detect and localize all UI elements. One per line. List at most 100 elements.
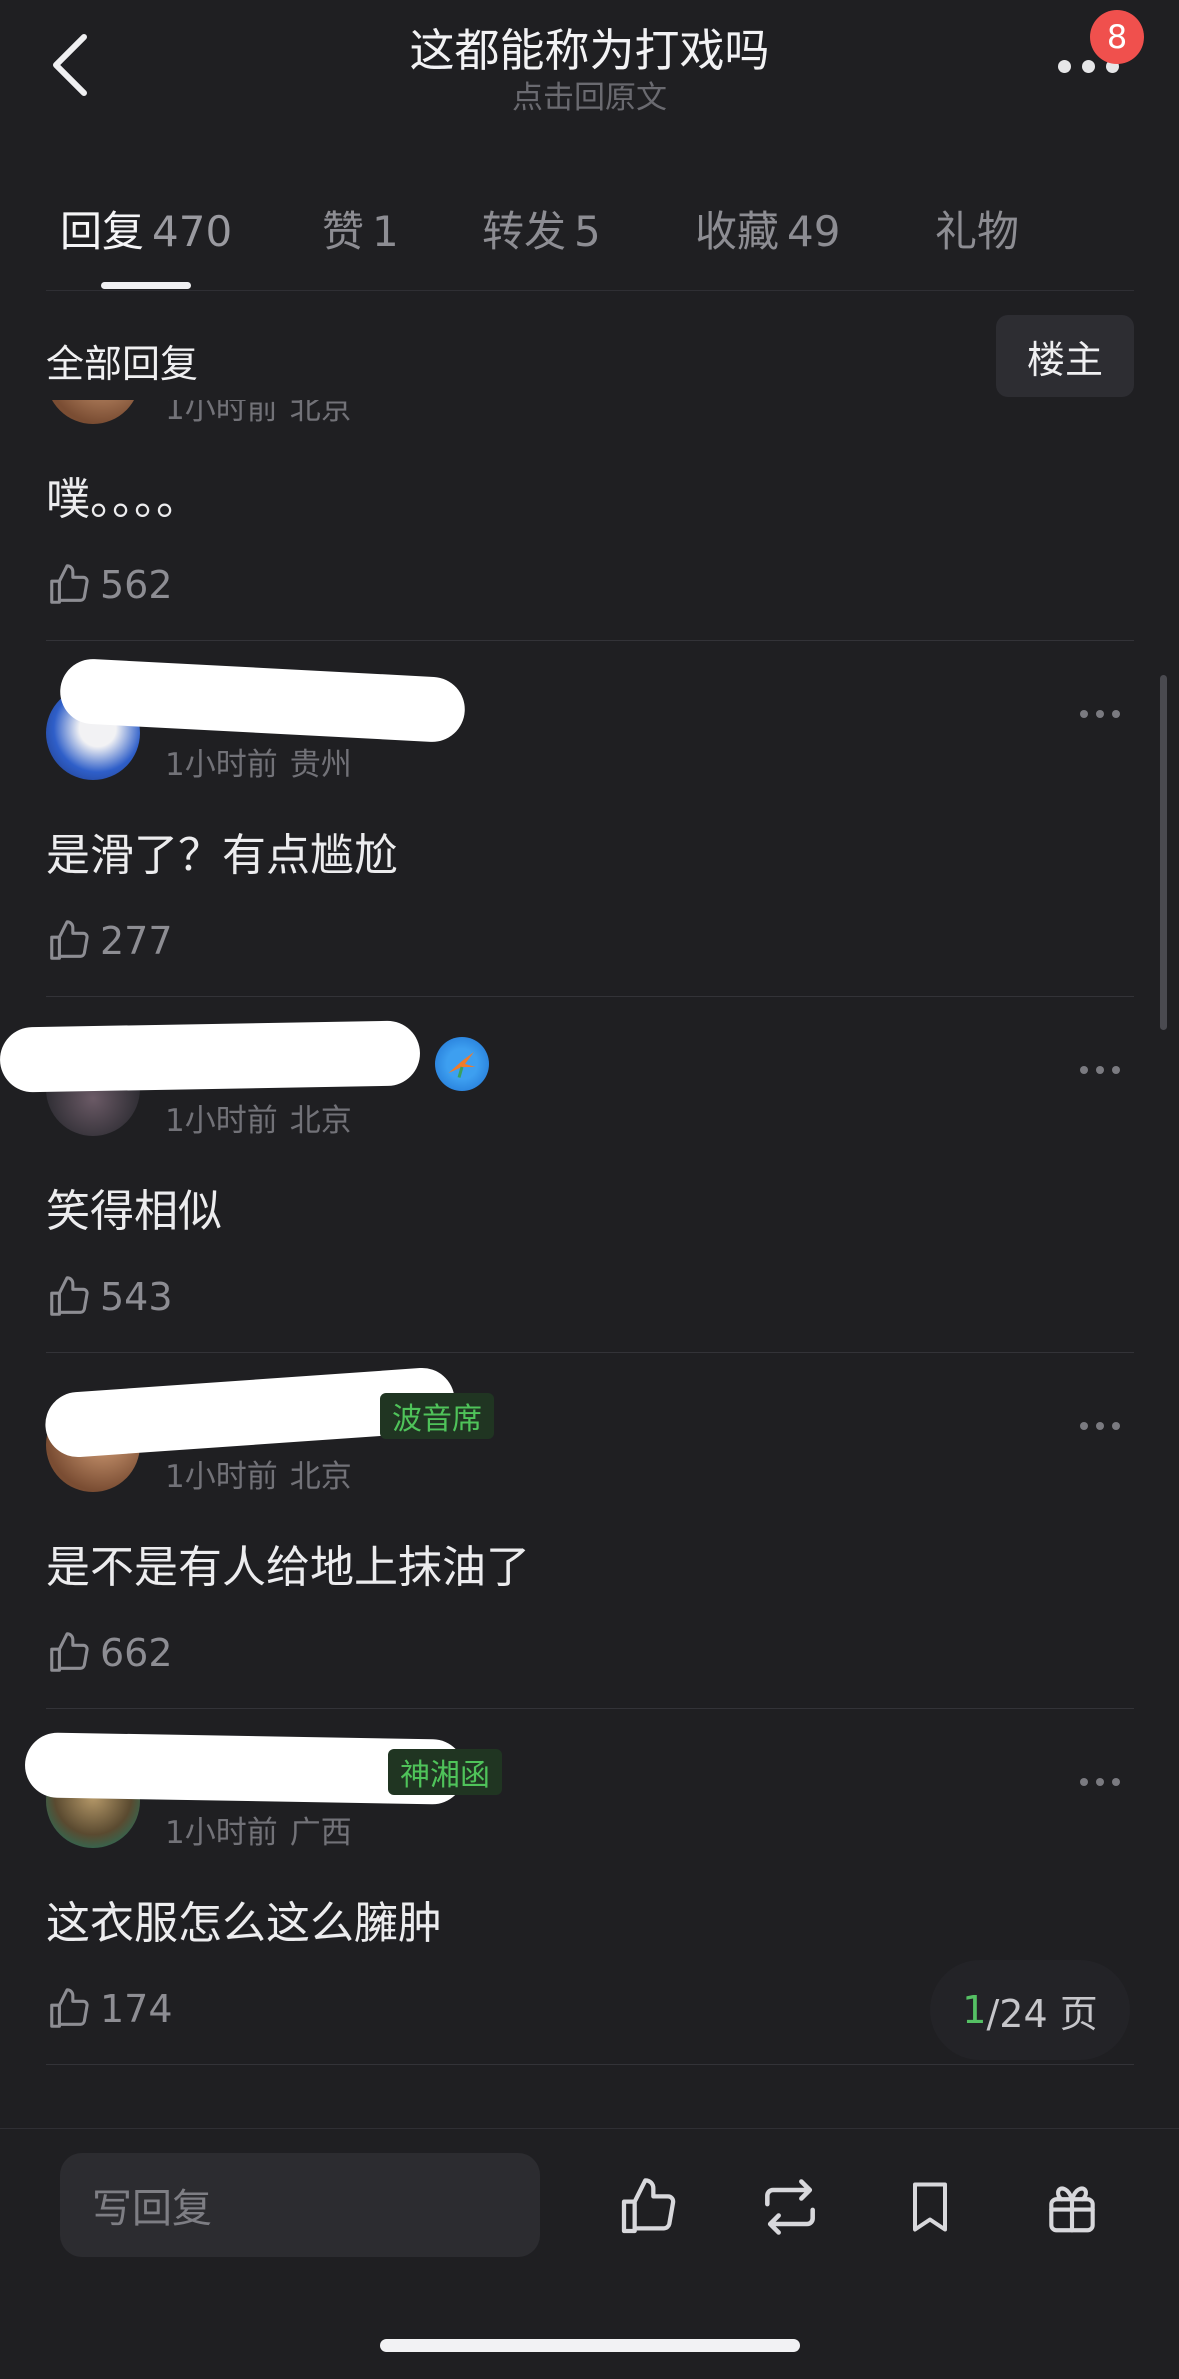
- reply-input[interactable]: 写回复: [60, 2153, 540, 2257]
- comment-location: 北京: [289, 1103, 352, 1139]
- more-dots-icon: [1080, 710, 1088, 718]
- more-dots-icon-dot: [1082, 60, 1095, 73]
- back-to-original-link[interactable]: 点击回原文: [0, 72, 1179, 117]
- notification-badge: 8: [1090, 10, 1144, 64]
- thumbs-up-icon: [50, 564, 89, 604]
- more-dots-icon-dot: [1112, 710, 1120, 718]
- comment-more-button[interactable]: [1080, 1767, 1140, 1797]
- gift-button[interactable]: [1032, 2167, 1112, 2247]
- gift-icon: [1049, 2186, 1095, 2233]
- tab-bar: 回复 470 赞1 转发 5 收藏 49 礼物: [0, 190, 1179, 290]
- more-dots-icon-dot: [1112, 1422, 1120, 1430]
- all-replies-label[interactable]: 全部回复: [46, 333, 198, 388]
- bird-badge-icon: [435, 1037, 489, 1091]
- tab-reposts[interactable]: 转发 5: [482, 198, 601, 259]
- comment-text: 这衣服怎么这么臃肿: [46, 1898, 442, 1949]
- page-indicator[interactable]: 1/24 页: [930, 1960, 1130, 2060]
- user-tag: 神湘函: [388, 1749, 502, 1795]
- more-dots-icon: [1080, 1066, 1088, 1074]
- comment-meta: 1小时前 北京: [165, 1095, 352, 1140]
- comment-time: 1小时前: [165, 400, 278, 427]
- comment-item[interactable]: 1小时前 北京 笑得相似 543: [0, 997, 1179, 1353]
- like-button[interactable]: 174: [46, 1981, 173, 2037]
- comment-time: 1小时前: [165, 1815, 278, 1851]
- tabs-divider: [46, 290, 1134, 291]
- more-dots-icon-dot: [1112, 1778, 1120, 1786]
- like-post-button[interactable]: [608, 2167, 688, 2247]
- comment-time: 1小时前: [165, 1103, 278, 1139]
- more-dots-icon-dot: [1096, 1066, 1104, 1074]
- comment-item[interactable]: 波音席 1小时前 北京 是不是有人给地上抹油了 662: [0, 1353, 1179, 1709]
- comment-item[interactable]: 1小时前 北京 噗。。。。 562: [0, 400, 1179, 641]
- like-button[interactable]: 662: [46, 1625, 173, 1681]
- more-dots-icon-dot: [1112, 1066, 1120, 1074]
- comment-item[interactable]: 1小时前 贵州 是滑了？有点尴尬 277: [0, 641, 1179, 997]
- more-dots-icon-dot: [1096, 1422, 1104, 1430]
- tab-count: 1: [372, 207, 399, 256]
- avatar[interactable]: [46, 400, 140, 424]
- comment-location: 北京: [289, 1459, 352, 1495]
- comment-time: 1小时前: [165, 747, 278, 783]
- tab-count: 470: [152, 207, 233, 256]
- repost-button[interactable]: [750, 2167, 830, 2247]
- bookmark-icon: [913, 2182, 947, 2232]
- like-count: 543: [100, 1275, 173, 1319]
- home-indicator: [380, 2339, 800, 2352]
- op-only-button[interactable]: 楼主: [996, 315, 1134, 397]
- bottom-action-bar: 写回复: [0, 2128, 1179, 2379]
- comment-more-button[interactable]: [1080, 699, 1140, 729]
- tab-label: 礼物: [935, 207, 1020, 256]
- more-dots-icon: [1080, 1778, 1088, 1786]
- comment-location: 广西: [289, 1815, 352, 1851]
- current-page: 1: [962, 1988, 987, 2032]
- like-button[interactable]: 277: [46, 913, 173, 969]
- tab-favorites[interactable]: 收藏 49: [695, 198, 840, 259]
- tab-replies[interactable]: 回复 470: [60, 198, 232, 259]
- comment-text: 是滑了？有点尴尬: [46, 830, 398, 881]
- comment-more-button[interactable]: [1080, 1055, 1140, 1085]
- more-dots-icon-dot: [1096, 1778, 1104, 1786]
- post-title[interactable]: 这都能称为打戏吗: [0, 14, 1179, 79]
- comment-meta: 1小时前 贵州: [165, 739, 352, 784]
- thumbs-up-icon: [50, 920, 89, 960]
- top-nav-bar: 这都能称为打戏吗 点击回原文 8: [0, 0, 1179, 140]
- comment-meta: 1小时前 广西: [165, 1807, 352, 1852]
- comment-text: 笑得相似: [46, 1186, 222, 1237]
- active-tab-indicator: [101, 282, 191, 289]
- thumbs-up-icon: [621, 2178, 676, 2234]
- like-count: 174: [100, 1987, 173, 2031]
- repost-icon: [765, 2179, 815, 2235]
- thumbs-up-icon: [50, 1988, 89, 2028]
- tab-count: 49: [787, 207, 841, 256]
- more-dots-icon-dot: [1096, 710, 1104, 718]
- comment-meta: 1小时前 北京: [165, 1451, 352, 1496]
- bookmark-button[interactable]: [890, 2167, 970, 2247]
- scrollbar[interactable]: [1160, 675, 1167, 1030]
- more-dots-icon: [1080, 1422, 1088, 1430]
- user-tag: 波音席: [380, 1393, 494, 1439]
- thumbs-up-icon: [50, 1632, 89, 1672]
- comment-list[interactable]: 1小时前 北京 噗。。。。 562 1小时前 贵州 是滑了？有点尴尬 277 1小时…: [0, 400, 1179, 2100]
- tab-label: 转发: [482, 207, 567, 256]
- comment-location: 贵州: [289, 747, 352, 783]
- more-dots-icon: [1058, 60, 1071, 73]
- like-button[interactable]: 543: [46, 1269, 173, 1325]
- thumbs-up-icon: [50, 1276, 89, 1316]
- like-count: 662: [100, 1631, 173, 1675]
- like-button[interactable]: 562: [46, 557, 173, 613]
- like-count: 562: [100, 563, 173, 607]
- comment-text: 噗。。。。: [46, 474, 200, 525]
- tab-gifts[interactable]: 礼物: [935, 198, 1019, 259]
- total-pages: /24 页: [986, 1991, 1098, 2036]
- comment-more-button[interactable]: [1080, 1411, 1140, 1441]
- tab-likes[interactable]: 赞1: [322, 198, 399, 259]
- divider: [46, 2064, 1134, 2065]
- comment-meta: 1小时前 北京: [165, 400, 352, 428]
- comment-text: 是不是有人给地上抹油了: [46, 1542, 530, 1593]
- tab-count: 5: [574, 207, 601, 256]
- bird-of-paradise-icon: [448, 1052, 476, 1078]
- comment-location: 北京: [289, 400, 352, 427]
- tab-label: 收藏: [695, 207, 780, 256]
- like-count: 277: [100, 919, 173, 963]
- comment-time: 1小时前: [165, 1459, 278, 1495]
